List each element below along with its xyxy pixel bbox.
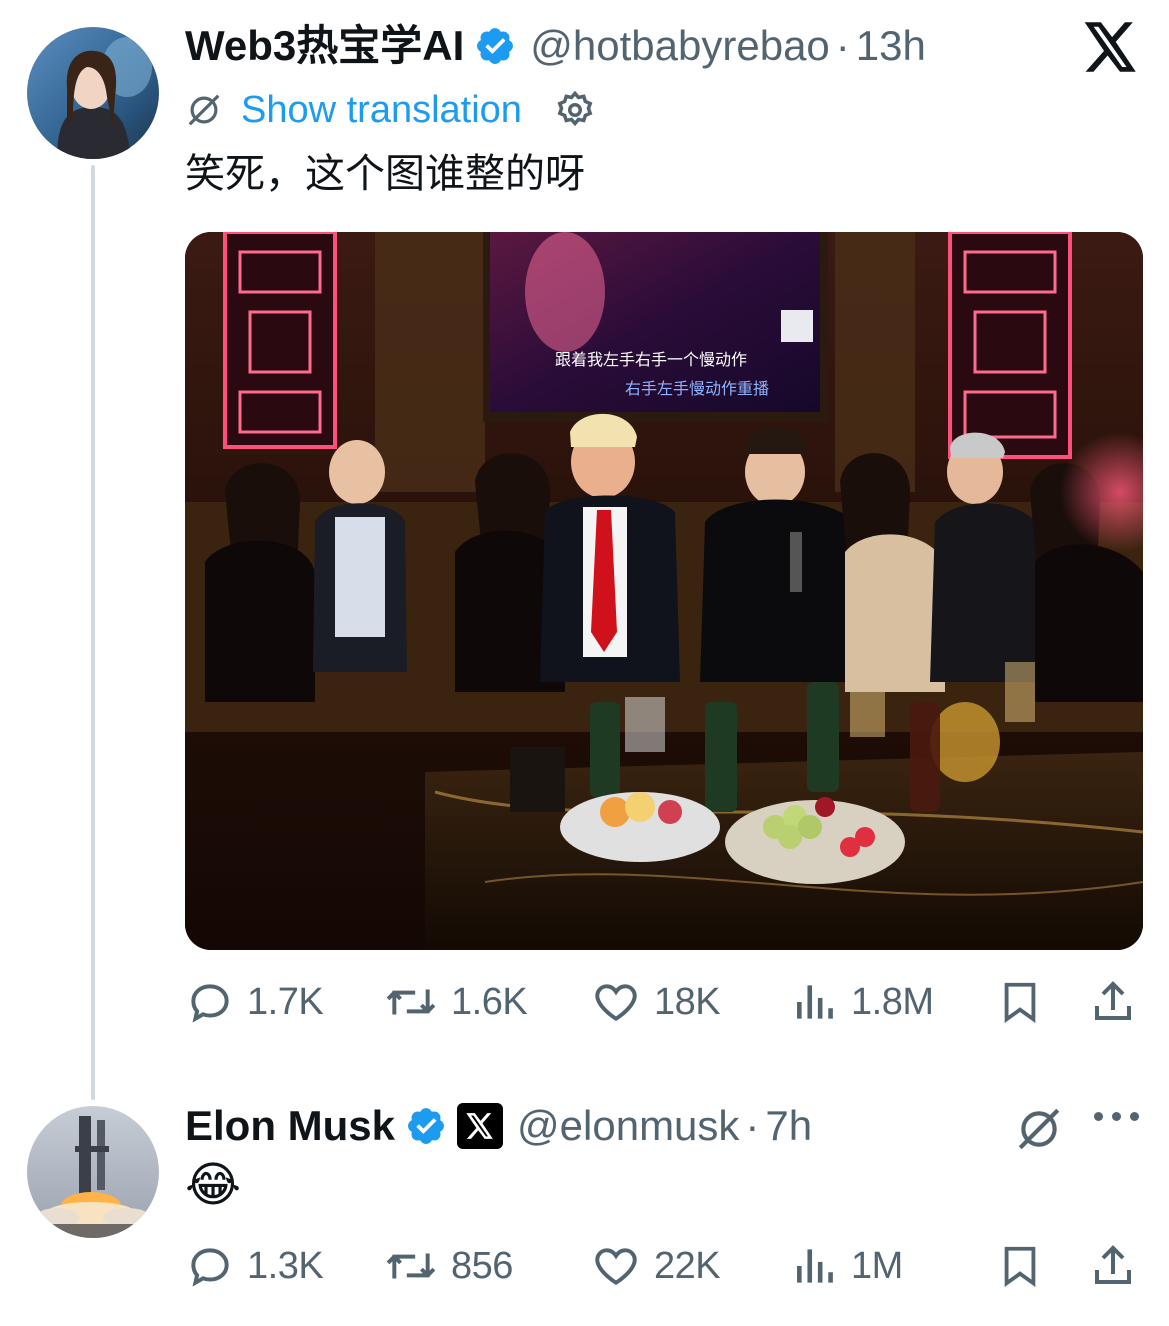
tweet-media-image[interactable]: 跟着我左手右手一个慢动作 右手左手慢动作重播 [185, 232, 1143, 950]
gear-icon[interactable] [554, 89, 596, 131]
separator-dot: · [745, 1102, 760, 1149]
separator-dot: · [835, 22, 850, 69]
reply-header: Elon Musk @elonmusk · 7h [185, 1102, 812, 1150]
heart-icon [595, 1248, 637, 1285]
x-affiliate-badge-icon [457, 1103, 504, 1149]
media-caption-line-1: 跟着我左手右手一个慢动作 [555, 350, 747, 369]
like-count: 18K [654, 980, 721, 1023]
reply-author-handle[interactable]: @elonmusk [517, 1102, 739, 1150]
like-count: 22K [654, 1244, 721, 1287]
x-logo-icon[interactable] [1084, 22, 1138, 77]
bookmark-button[interactable] [997, 972, 1055, 1032]
tweet-actions: 1.7K 1.6K 18K 1.8M [185, 972, 1145, 1032]
bookmark-icon [1004, 1246, 1036, 1287]
repost-icon [386, 989, 436, 1015]
like-button[interactable]: 22K [590, 1236, 721, 1296]
reply-count: 1.3K [247, 1244, 324, 1287]
translate-icon [185, 91, 223, 129]
verified-badge-icon [474, 25, 516, 67]
reply-author-name[interactable]: Elon Musk [185, 1102, 395, 1150]
repost-icon [386, 1253, 436, 1279]
views-count: 1.8M [851, 980, 934, 1023]
share-icon [1095, 981, 1131, 1020]
repost-count: 856 [451, 1244, 513, 1287]
views-icon [797, 985, 833, 1019]
reply-author-avatar[interactable] [27, 1106, 159, 1238]
heart-icon [595, 984, 637, 1021]
like-button[interactable]: 18K [590, 972, 721, 1032]
repost-button[interactable]: 856 [383, 1236, 513, 1296]
author-name[interactable]: Web3热宝学AI [185, 22, 464, 70]
bookmark-button[interactable] [997, 1236, 1055, 1296]
more-options-icon[interactable] [1094, 1112, 1139, 1121]
share-icon [1095, 1245, 1131, 1284]
translate-icon[interactable] [1014, 1104, 1064, 1159]
tweet-header: Web3热宝学AI @hotbabyrebao · 13h [185, 22, 926, 70]
reply-actions: 1.3K 856 22K 1M [185, 1236, 1145, 1296]
reply-button[interactable]: 1.7K [185, 972, 324, 1032]
reply-text: 😂 [185, 1159, 242, 1212]
reply-button[interactable]: 1.3K [185, 1236, 324, 1296]
views-button[interactable]: 1M [793, 1236, 903, 1296]
tweet-time[interactable]: 13h [856, 22, 926, 70]
views-button[interactable]: 1.8M [793, 972, 934, 1032]
views-count: 1M [851, 1244, 903, 1287]
repost-count: 1.6K [451, 980, 528, 1023]
media-caption-line-2: 右手左手慢动作重播 [625, 379, 769, 398]
reply-time[interactable]: 7h [765, 1102, 812, 1150]
author-avatar[interactable] [27, 27, 159, 159]
thread-line [91, 165, 95, 1100]
show-translation-link[interactable]: Show translation [241, 89, 522, 132]
repost-button[interactable]: 1.6K [383, 972, 528, 1032]
reply-icon [191, 1248, 229, 1287]
share-button[interactable] [1089, 1236, 1149, 1296]
verified-badge-icon [405, 1105, 447, 1147]
reply-icon [191, 984, 229, 1023]
author-handle[interactable]: @hotbabyrebao [530, 22, 830, 70]
tweet-text: 笑死，这个图谁整的呀 [185, 151, 585, 197]
share-button[interactable] [1089, 972, 1149, 1032]
views-icon [797, 1249, 833, 1283]
show-translation-row: Show translation [185, 86, 596, 134]
reply-count: 1.7K [247, 980, 324, 1023]
bookmark-icon [1004, 982, 1036, 1023]
